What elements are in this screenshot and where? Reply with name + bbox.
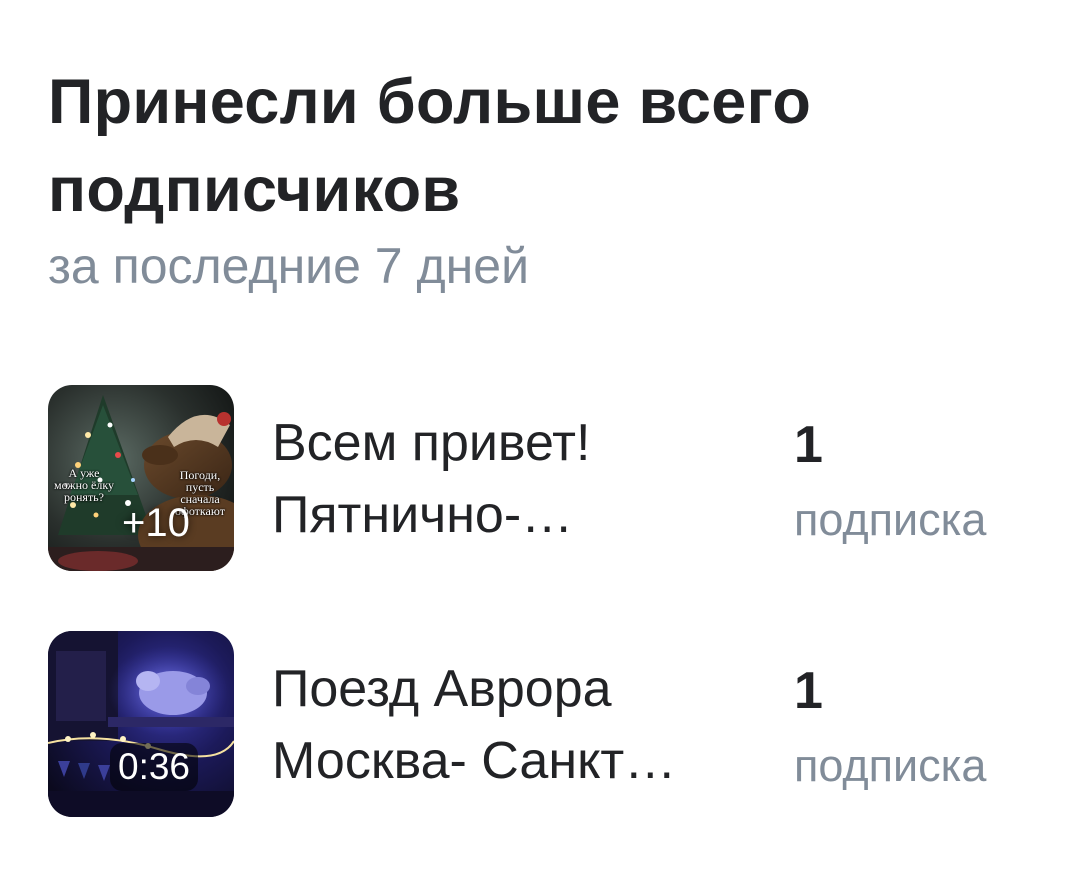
post-row[interactable]: 0:36 Поезд Аврора Москва- Санкт… 1 подпи…	[48, 631, 1038, 817]
post-text-line: Всем привет!	[272, 414, 591, 472]
post-row[interactable]: А уже можно ёлку ронять? Погоди, пусть с…	[48, 385, 1038, 571]
post-thumbnail[interactable]: 0:36	[48, 631, 234, 817]
subscriber-count: 1	[794, 662, 823, 720]
post-text-line: Пятнично-…	[272, 486, 574, 544]
post-thumbnail[interactable]: А уже можно ёлку ронять? Погоди, пусть с…	[48, 385, 234, 571]
subscriber-stat: 1 подписка	[794, 659, 1038, 793]
section-title: Принесли больше всего подписчиков	[48, 67, 812, 225]
top-subscribers-section: Принесли больше всего подписчиков за пос…	[48, 58, 1038, 296]
subscriber-stat: 1 подписка	[794, 413, 1038, 547]
video-duration-badge: 0:36	[110, 743, 199, 791]
post-text-line: Москва- Санкт…	[272, 732, 677, 790]
post-text-line: Поезд Аврора	[272, 660, 612, 718]
post-text: Поезд Аврора Москва- Санкт…	[272, 653, 752, 797]
photo-count-badge: +10	[122, 501, 190, 545]
section-subtitle: за последние 7 дней	[48, 238, 530, 294]
subscriber-count: 1	[794, 416, 823, 474]
subscriber-count-label: подписка	[794, 740, 987, 791]
meme-caption-left: А уже можно ёлку ронять?	[54, 466, 114, 504]
post-text: Всем привет! Пятнично-…	[272, 407, 752, 551]
subscriber-count-label: подписка	[794, 494, 987, 545]
